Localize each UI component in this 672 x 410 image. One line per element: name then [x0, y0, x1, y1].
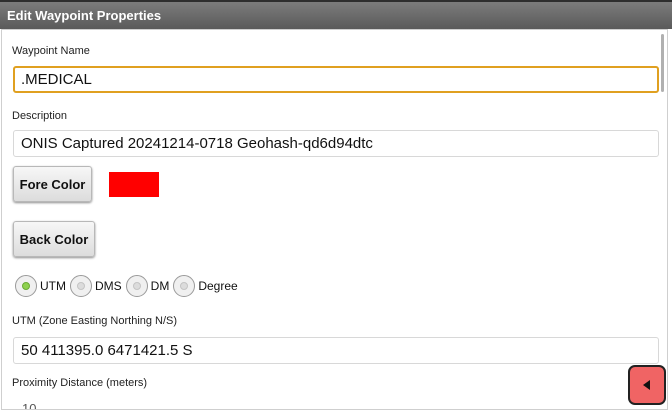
proximity-input-partial[interactable]: 10	[22, 401, 36, 409]
radio-dms-label: DMS	[95, 279, 122, 293]
coordinate-format-group: UTM DMS DM Degree	[15, 273, 242, 299]
utm-input[interactable]: 50 411395.0 6471421.5 S	[13, 337, 659, 364]
utm-label: UTM (Zone Easting Northing N/S)	[12, 315, 178, 327]
back-button[interactable]	[628, 365, 666, 405]
radio-utm-indicator[interactable]	[15, 275, 37, 297]
radio-degree-indicator[interactable]	[173, 275, 196, 297]
dialog-titlebar: Edit Waypoint Properties	[0, 0, 672, 29]
radio-dm-indicator[interactable]	[125, 275, 148, 297]
waypoint-name-label: Waypoint Name	[12, 45, 90, 57]
radio-dms-indicator[interactable]	[70, 275, 92, 297]
dialog-title: Edit Waypoint Properties	[7, 8, 162, 23]
waypoint-name-input[interactable]: .MEDICAL	[13, 66, 659, 93]
radio-utm[interactable]: UTM	[15, 275, 66, 297]
radio-utm-label: UTM	[40, 279, 66, 293]
description-label: Description	[12, 110, 68, 122]
scrollbar[interactable]	[661, 34, 664, 92]
radio-dms[interactable]: DMS	[70, 275, 122, 297]
waypoint-properties-dialog: Waypoint Name .MEDICAL Description ONIS …	[1, 29, 668, 410]
radio-dm-label: DM	[150, 279, 170, 293]
back-arrow-icon	[643, 380, 650, 390]
radio-degree-label: Degree	[198, 279, 238, 293]
fore-color-swatch[interactable]	[109, 172, 159, 197]
description-input[interactable]: ONIS Captured 20241214-0718 Geohash-qd6d…	[13, 130, 659, 157]
radio-dm[interactable]: DM	[125, 275, 170, 297]
radio-degree[interactable]: Degree	[173, 275, 238, 297]
proximity-label: Proximity Distance (meters)	[12, 377, 148, 389]
fore-color-button[interactable]: Fore Color	[13, 166, 92, 202]
back-color-button[interactable]: Back Color	[13, 221, 95, 257]
